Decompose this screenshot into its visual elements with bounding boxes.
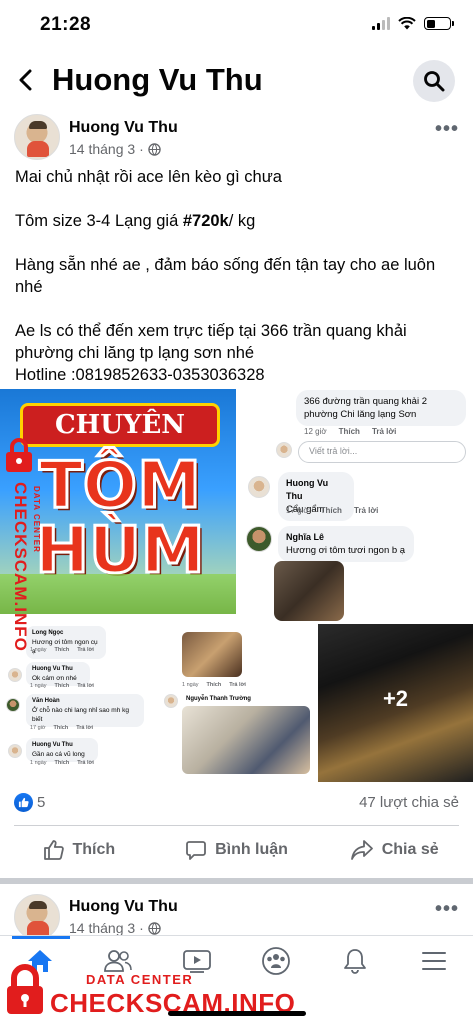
search-icon: [424, 71, 445, 92]
post-header: Huong Vu Thu 14 tháng 3 · •••: [0, 112, 473, 168]
avatar: [246, 526, 272, 552]
watermark-sub: DATA CENTER: [32, 486, 41, 553]
comment-author: Nguyễn Thanh Trường: [186, 696, 251, 702]
author-name[interactable]: Huong Vu Thu: [69, 119, 178, 137]
lock-icon: [7, 964, 43, 1014]
photo-screenshot[interactable]: 1 ngày Thích Trả lời Nguyễn Thanh Trường: [160, 624, 315, 782]
post-text: Mai chủ nhật rồi ace lên kèo gì chưa Tôm…: [15, 166, 460, 386]
post-price-unit: / kg: [228, 212, 256, 230]
active-tab-indicator: [12, 936, 70, 939]
share-count[interactable]: 47 lượt chia sẻ: [359, 794, 459, 811]
reactions-row: 5 47 lượt chia sẻ: [0, 791, 473, 817]
share-icon: [350, 840, 373, 860]
author-avatar[interactable]: [14, 894, 60, 940]
page-title: Huong Vu Thu: [52, 62, 263, 97]
comment-actions: 1 ngày Thích Trả lời: [30, 760, 94, 766]
search-button[interactable]: [413, 60, 455, 102]
comment-screenshot-1[interactable]: 366 đường trần quang khải 2 phường Chi l…: [238, 386, 473, 621]
status-time: 21:28: [40, 14, 92, 35]
tab-menu[interactable]: [414, 944, 454, 978]
status-icons: [372, 17, 454, 30]
back-arrow-icon: [19, 69, 32, 91]
comment-bubble: Nghĩa Lê Hương ơi tôm tươi ngon b ạ: [278, 526, 414, 562]
post-media[interactable]: CHUYÊN TÔM HÙM 366 đường trần quang khải…: [0, 386, 473, 782]
signal-icon: [372, 17, 390, 30]
like-count[interactable]: 5: [37, 794, 45, 811]
post-header-2: Huong Vu Thu 14 tháng 3 · •••: [0, 884, 473, 940]
post-meta: 14 tháng 3 ·: [69, 920, 161, 936]
grilled-lobster-photo[interactable]: +2: [318, 624, 473, 782]
comment-actions: 1 ngày Thích Trả lời: [30, 683, 94, 689]
menu-icon: [422, 952, 446, 970]
watermark-vertical: DATA CENTER CHECKSCAM.INFO: [2, 438, 50, 658]
comment-icon: [186, 841, 206, 860]
comment-label: Bình luận: [215, 841, 288, 858]
post-line: Mai chủ nhật rồi ace lên kèo gì chưa: [15, 168, 282, 186]
divider: [14, 825, 459, 826]
post-price-text: Tôm size 3-4 Lạng giá: [15, 212, 183, 230]
status-bar: 21:28: [0, 0, 473, 52]
avatar: [8, 744, 22, 758]
post-line: Ae ls có thể đến xem trực tiếp tại 366 t…: [15, 322, 407, 362]
comment-button[interactable]: Bình luận: [158, 830, 316, 870]
avatar: [8, 668, 22, 682]
globe-icon: [148, 921, 161, 935]
comment-bubble: 366 đường trần quang khải 2 phường Chi l…: [296, 390, 466, 426]
watermark-sub: DATA CENTER: [86, 972, 194, 987]
globe-icon: [148, 142, 161, 156]
lock-icon: [6, 438, 32, 472]
author-avatar[interactable]: [14, 114, 60, 160]
tab-notifications[interactable]: [335, 944, 375, 978]
comment-actions: 17 giờ Thích Trả lời: [286, 506, 379, 515]
post-line: Hotline :0819852633-0353036328: [15, 366, 265, 384]
avatar: [6, 698, 20, 712]
wifi-icon: [398, 17, 416, 30]
post-date[interactable]: 14 tháng 3: [69, 920, 135, 936]
comment-bubble: Văn Hoàn Ở chỗ nào chi lang nhỉ sao mh k…: [26, 694, 144, 727]
like-icon: [43, 840, 64, 860]
post-actions: Thích Bình luận Chia sẻ: [0, 830, 473, 870]
comment-actions: 12 giờ Thích Trả lời: [304, 427, 397, 436]
share-button[interactable]: Chia sẻ: [315, 830, 473, 870]
post-line: Tôm size 3-4 Lạng giá #720k/ kg: [15, 210, 460, 232]
comment-photo: [274, 561, 344, 621]
avatar: [276, 442, 292, 458]
more-photos-count[interactable]: +2: [318, 686, 473, 712]
avatar: [164, 694, 178, 708]
photo-thumb: [182, 706, 310, 774]
post-meta: 14 tháng 3 ·: [69, 141, 161, 157]
home-indicator: [168, 1011, 306, 1016]
photo-thumb: [182, 632, 242, 677]
post-date[interactable]: 14 tháng 3: [69, 141, 135, 157]
hashtag-link[interactable]: #720k: [183, 212, 229, 230]
comment-actions: 1 ngày Thích Trả lời: [182, 682, 246, 688]
share-label: Chia sẻ: [381, 841, 439, 858]
comment-bubble: Huong Vu Thu Gần ao cá vũ long: [26, 738, 98, 762]
page-header: Huong Vu Thu: [0, 52, 473, 108]
avatar: [248, 476, 270, 498]
more-icon[interactable]: •••: [435, 118, 459, 141]
meta-dot: ·: [139, 920, 144, 936]
comment-actions: 17 giờ Thích Trả lời: [30, 725, 93, 731]
reply-input: Viết trả lời...: [298, 441, 466, 463]
like-label: Thích: [72, 841, 116, 858]
battery-icon: [424, 17, 454, 30]
like-button[interactable]: Thích: [0, 830, 158, 870]
more-icon[interactable]: •••: [435, 898, 459, 921]
like-reaction-icon[interactable]: [14, 793, 33, 812]
watermark-main: CHECKSCAM.INFO: [11, 482, 30, 652]
author-name[interactable]: Huong Vu Thu: [69, 898, 178, 916]
post-line: Hàng sẵn nhé ae , đảm báo sống đến tận t…: [15, 256, 436, 296]
back-button[interactable]: [8, 62, 44, 98]
banner-chuyen: CHUYÊN: [20, 403, 220, 447]
bell-icon: [344, 949, 366, 974]
meta-dot: ·: [139, 141, 144, 157]
